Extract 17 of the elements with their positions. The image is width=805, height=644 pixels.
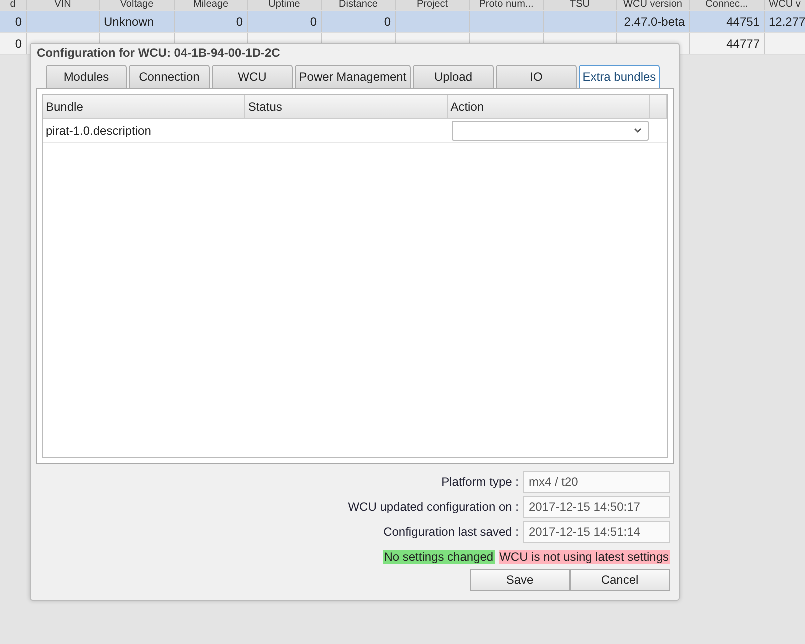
table-cell: 44777: [726, 36, 760, 50]
field-label: WCU updated configuration on :: [348, 500, 519, 514]
dialog-title: Configuration for WCU: 04-1B-94-00-1D-2C: [36, 45, 282, 62]
field-label: Platform type :: [442, 475, 519, 489]
table-cell: 0: [236, 14, 243, 28]
status-badge: No settings changed: [383, 550, 495, 564]
table-cell: Unknown: [104, 14, 154, 28]
table-cell: 2.47.0-beta: [624, 14, 685, 28]
table-cell: 0: [310, 14, 317, 28]
table-cell: 0: [15, 14, 22, 28]
field-label: Configuration last saved :: [384, 525, 519, 539]
table-cell: 44751: [726, 14, 760, 28]
table-cell: pirat-1.0.description: [46, 124, 152, 138]
table-cell: 0: [384, 14, 391, 28]
table-cell: 12.277: [769, 14, 805, 28]
status-badge: WCU is not using latest settings: [498, 550, 670, 564]
table-cell: 0: [15, 36, 22, 50]
